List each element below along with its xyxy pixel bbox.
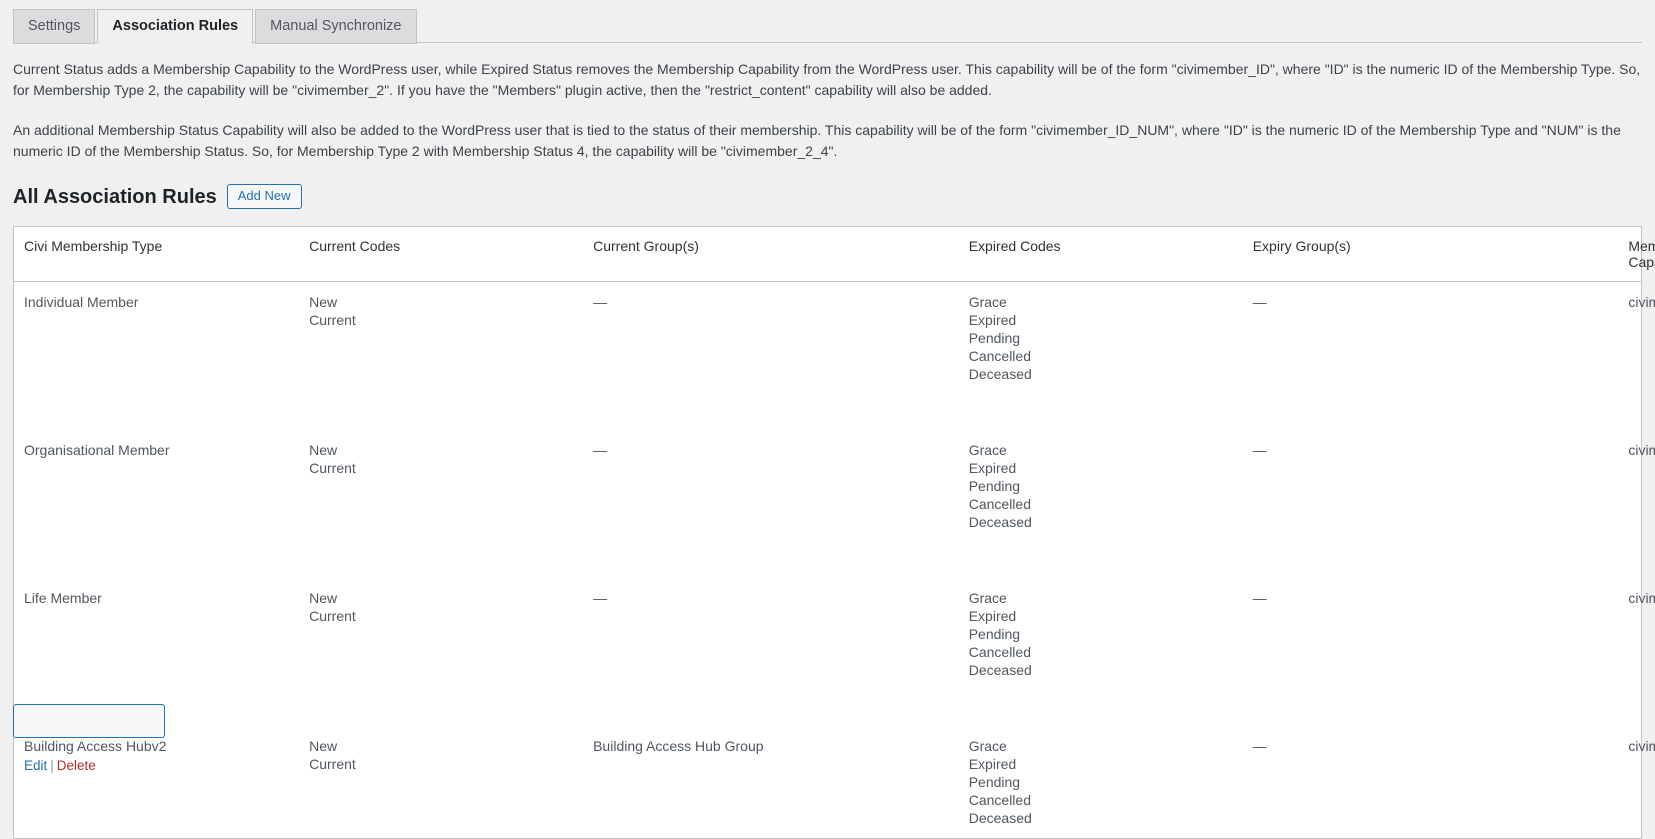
expired-code-item: Cancelled [968,348,1031,364]
association-rules-table: Civi Membership Type Current Codes Curre… [14,227,1655,839]
expired-code-item: Deceased [968,662,1032,678]
table-row: Life Member New Current — Grace Expired Pendin… [14,578,1655,690]
tab-settings[interactable]: Settings [13,9,96,44]
tab-association-rules[interactable]: Association Rules [97,9,254,44]
tab-manual-synchronize[interactable]: Manual Synchronize [255,9,417,44]
expired-code-item: Grace [968,442,1007,458]
table-header-row: Civi Membership Type Current Codes Curre… [14,227,1655,282]
membership-type-label: Individual Member [24,294,139,310]
row-spacer-cell [14,690,1641,726]
membership-type-label: Life Member [24,590,102,606]
cell-membership-capability: civimember_5 [1628,442,1655,458]
table-row: Individual Member New Current — Grace Expired… [14,282,1655,395]
table-header: Civi Membership Type Current Codes Curre… [14,227,1655,282]
current-code-item: New [309,738,338,754]
cell-membership-type: Building Access Hubv2 Edit | Delete [14,726,299,838]
cell-membership-type: Organisational Member [14,430,299,542]
submit-button-partial[interactable] [13,704,165,738]
cell-current-codes: New Current [299,430,583,542]
cell-membership-type: Individual Member [14,282,299,395]
expired-code-item: Cancelled [968,792,1031,808]
current-code-item: Current [309,608,356,624]
cell-expired-codes: Grace Expired Pending Cancelled Deceased [959,726,1243,838]
cell-membership-capability: civimember_4 [1628,294,1655,310]
cell-current-groups: — [593,442,608,458]
row-actions-separator: | [50,758,54,773]
cell-membership-type: Life Member [14,578,299,690]
cell-expired-codes: Grace Expired Pending Cancelled Deceased [959,282,1243,395]
membership-type-label: Building Access Hubv2 [24,738,167,754]
expired-code-item: Grace [968,590,1007,606]
current-code-item: Current [309,460,356,476]
expired-code-item: Deceased [968,366,1032,382]
edit-link[interactable]: Edit [24,758,47,773]
cell-expiry-groups: — [1252,442,1267,458]
cell-current-codes: New Current [299,578,583,690]
expired-code-item: Pending [968,774,1021,790]
current-code-item: New [309,294,338,310]
column-header-expiry-groups: Expiry Group(s) [1242,227,1619,282]
expired-code-item: Grace [968,294,1007,310]
table-row-spacer [14,690,1641,726]
expired-code-item: Pending [968,626,1021,642]
cell-expiry-groups: — [1252,294,1267,310]
expired-code-item: Grace [968,738,1007,754]
expired-code-item: Pending [968,330,1021,346]
cell-membership-capability: civimember_11 [1628,738,1655,754]
table-row-spacer [14,394,1641,430]
expired-code-item: Cancelled [968,644,1031,660]
expired-code-item: Pending [968,478,1021,494]
cell-membership-capability: civimember_8 [1628,590,1655,606]
column-header-membership-capability: Membership Capability [1618,227,1655,282]
expired-code-item: Expired [968,756,1017,772]
membership-type-label: Organisational Member [24,442,170,458]
table-row: Building Access Hubv2 Edit | Delete New Curre… [14,726,1655,838]
description-paragraph-2: An additional Membership Status Capabili… [13,122,1621,159]
row-spacer-cell [14,394,1641,430]
column-header-membership-type: Civi Membership Type [14,227,300,282]
cell-current-groups: — [593,590,608,606]
expired-code-item: Expired [968,460,1017,476]
column-header-current-codes: Current Codes [299,227,584,282]
current-code-item: Current [309,312,356,328]
table-row: Organisational Member New Current — Grace Exp… [14,430,1655,542]
page-title: All Association Rules [13,185,217,208]
cell-expiry-groups: — [1252,738,1267,754]
row-spacer-cell [14,542,1641,578]
tab-bar: Settings Association Rules Manual Synchron… [0,0,1655,44]
column-header-expired-codes: Expired Codes [958,227,1243,282]
association-rules-table-container: Civi Membership Type Current Codes Curre… [13,226,1655,839]
expired-code-item: Deceased [968,810,1032,826]
cell-expiry-groups: — [1252,590,1267,606]
table-body: Individual Member New Current — Grace Expired… [14,282,1655,839]
current-code-item: Current [309,756,356,772]
column-header-current-groups: Current Group(s) [583,227,959,282]
add-new-button[interactable]: Add New [226,184,302,209]
current-code-item: New [309,590,338,606]
page-header: All Association Rules Add New [0,162,1655,209]
expired-code-item: Expired [968,608,1017,624]
expired-code-item: Deceased [968,514,1032,530]
cell-current-groups: Building Access Hub Group [593,738,764,754]
table-row-spacer [14,542,1641,578]
cell-expired-codes: Grace Expired Pending Cancelled Deceased [959,578,1243,690]
current-code-item: New [309,442,338,458]
expired-code-item: Cancelled [968,496,1031,512]
expired-code-item: Expired [968,312,1017,328]
cell-current-groups: — [593,294,608,310]
description-paragraph-1: Current Status adds a Membership Capabil… [13,61,1641,98]
cell-expired-codes: Grace Expired Pending Cancelled Deceased [959,430,1243,542]
cell-current-codes: New Current [299,282,583,395]
cell-current-codes: New Current [299,726,583,838]
delete-link[interactable]: Delete [57,758,96,773]
row-actions: Edit | Delete [24,755,289,775]
